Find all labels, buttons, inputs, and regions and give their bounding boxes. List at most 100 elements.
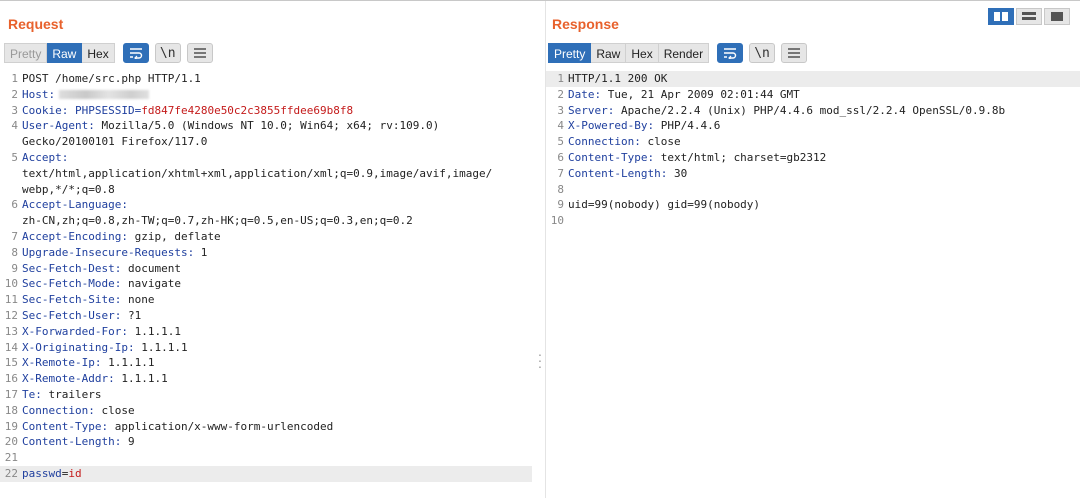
header-value: close bbox=[94, 403, 135, 417]
code-line: 6 Accept-Language: bbox=[0, 197, 532, 213]
view-tab-raw[interactable]: Raw bbox=[591, 43, 627, 63]
header-value: Mozilla/5.0 (Windows NT 10.0; Win64; x64… bbox=[94, 119, 440, 133]
line-content: Sec-Fetch-User: ?1 bbox=[22, 308, 532, 324]
wrap-icon bbox=[724, 48, 737, 59]
header-name: Upgrade-Insecure-Requests: bbox=[22, 245, 195, 259]
view-tab-hex[interactable]: Hex bbox=[82, 43, 115, 63]
line-content: X-Remote-Addr: 1.1.1.1 bbox=[22, 371, 532, 387]
line-content: Connection: close bbox=[568, 134, 1080, 150]
header-name: Content-Length: bbox=[22, 435, 122, 449]
header-value: 1 bbox=[194, 245, 208, 259]
header-name: Sec-Fetch-Dest: bbox=[22, 261, 122, 275]
line-content: Content-Type: application/x-www-form-url… bbox=[22, 419, 532, 435]
code-line: 12 Sec-Fetch-User: ?1 bbox=[0, 308, 532, 324]
line-content: passwd=id bbox=[22, 466, 532, 482]
header-name: Content-Length: bbox=[568, 166, 668, 180]
line-content: X-Forwarded-For: 1.1.1.1 bbox=[22, 324, 532, 340]
line-content bbox=[568, 182, 1080, 198]
header-value: document bbox=[121, 261, 181, 275]
header-value: PHP/4.4.6 bbox=[654, 119, 721, 133]
line-number: 1 bbox=[557, 72, 564, 85]
header-name: Cookie: bbox=[22, 103, 69, 117]
header-value: 1.1.1.1 bbox=[127, 324, 181, 338]
code-line: 3 Server: Apache/2.2.4 (Unix) PHP/4.4.6 m… bbox=[546, 103, 1080, 119]
code-line: 7 Content-Length: 30 bbox=[546, 166, 1080, 182]
line-content bbox=[568, 213, 1080, 229]
header-name: Accept-Language: bbox=[22, 198, 128, 212]
view-tab-render[interactable]: Render bbox=[658, 43, 710, 63]
line-number: 9 bbox=[557, 198, 564, 212]
header-name: Sec-Fetch-User: bbox=[22, 308, 122, 322]
line-number: 1 bbox=[11, 72, 18, 85]
view-tab-pretty[interactable]: Pretty bbox=[4, 43, 48, 63]
code-line: 13 X-Forwarded-For: 1.1.1.1 bbox=[0, 324, 532, 340]
response-toolbar: Pretty Raw Hex Render \n bbox=[548, 43, 808, 63]
header-value: gzip, deflate bbox=[127, 229, 221, 243]
code-line: 1 POST /home/src.php HTTP/1.1 bbox=[0, 71, 532, 87]
code-line: 9 Sec-Fetch-Dest: document bbox=[0, 261, 532, 277]
response-editor[interactable]: 1 HTTP/1.1 200 OK 2 Date: Tue, 21 Apr 2009 … bbox=[546, 71, 1080, 498]
code-line: 22 passwd=id bbox=[0, 465, 532, 482]
line-number: 22 bbox=[4, 466, 18, 480]
request-menu-button[interactable] bbox=[186, 43, 213, 63]
line-content: Content-Length: 9 bbox=[22, 434, 532, 450]
line-content: X-Originating-Ip: 1.1.1.1 bbox=[22, 340, 532, 356]
line-number bbox=[0, 213, 22, 229]
code-line: 10 bbox=[546, 213, 1080, 229]
code-line: 4 User-Agent: Mozilla/5.0 (Windows NT 10.… bbox=[0, 118, 532, 134]
code-line: 19 Content-Type: application/x-www-form-u… bbox=[0, 419, 532, 435]
view-tab-hex[interactable]: Hex bbox=[626, 43, 659, 63]
line-number: 13 bbox=[4, 324, 18, 338]
line-content: Sec-Fetch-Dest: document bbox=[22, 261, 532, 277]
header-value: 30 bbox=[667, 166, 688, 180]
line-number: 19 bbox=[4, 419, 18, 433]
header-name: X-Originating-Ip: bbox=[22, 340, 135, 354]
header-name: Te: bbox=[22, 387, 42, 401]
line-number: 16 bbox=[4, 372, 18, 386]
line-content: Cookie: PHPSESSID=fd847fe4280e50c2c3855f… bbox=[22, 103, 532, 119]
line-number: 9 bbox=[11, 261, 18, 275]
request-editor[interactable]: 1 POST /home/src.php HTTP/1.1 2 Host: 3 Cooki… bbox=[0, 71, 532, 498]
line-number: 7 bbox=[11, 229, 18, 243]
header-name: Sec-Fetch-Mode: bbox=[22, 277, 122, 291]
header-name: Date: bbox=[568, 87, 602, 101]
code-line: zh-CN,zh;q=0.8,zh-TW;q=0.7,zh-HK;q=0.5,e… bbox=[0, 213, 532, 229]
line-number: 17 bbox=[4, 387, 18, 401]
request-view-tabs: Pretty Raw Hex bbox=[4, 43, 115, 63]
cookie-value: fd847fe4280e50c2c3855ffdee69b8f8 bbox=[141, 103, 354, 117]
line-content: Accept-Encoding: gzip, deflate bbox=[22, 229, 532, 245]
response-pane: Response Pretty Raw Hex Render \n 1 HTTP/1.1… bbox=[545, 1, 1080, 498]
code-line: 2 Host: bbox=[0, 87, 532, 103]
view-tab-raw[interactable]: Raw bbox=[47, 43, 83, 63]
line-content: Accept-Language: bbox=[22, 197, 532, 213]
header-value: 1.1.1.1 bbox=[114, 372, 168, 386]
line-content: Content-Length: 30 bbox=[568, 166, 1080, 182]
redacted-host bbox=[59, 90, 150, 100]
line-content bbox=[22, 450, 532, 466]
word-wrap-toggle[interactable] bbox=[717, 43, 744, 63]
header-value: zh-CN,zh;q=0.8,zh-TW;q=0.7,zh-HK;q=0.5,e… bbox=[22, 214, 413, 228]
header-value: ?1 bbox=[121, 308, 142, 322]
response-menu-button[interactable] bbox=[781, 43, 808, 63]
show-newlines-toggle[interactable]: \n bbox=[154, 43, 181, 63]
line-content: uid=99(nobody) gid=99(nobody) bbox=[568, 197, 1080, 213]
line-content: Connection: close bbox=[22, 403, 532, 419]
split-drag-handle[interactable]: · · · bbox=[537, 347, 543, 373]
code-line: 11 Sec-Fetch-Site: none bbox=[0, 292, 532, 308]
header-value: 9 bbox=[121, 435, 135, 449]
hamburger-icon bbox=[193, 48, 206, 58]
code-line: text/html,application/xhtml+xml,applicat… bbox=[0, 166, 532, 182]
header-name: Accept-Encoding: bbox=[22, 229, 128, 243]
view-tab-pretty[interactable]: Pretty bbox=[548, 43, 592, 63]
word-wrap-toggle[interactable] bbox=[122, 43, 149, 63]
line-content: zh-CN,zh;q=0.8,zh-TW;q=0.7,zh-HK;q=0.5,e… bbox=[22, 213, 532, 229]
line-number: 6 bbox=[11, 198, 18, 212]
header-value: Gecko/20100101 Firefox/117.0 bbox=[22, 135, 208, 149]
response-view-tabs: Pretty Raw Hex Render bbox=[548, 43, 710, 63]
line-number: 3 bbox=[557, 103, 564, 117]
line-content: X-Remote-Ip: 1.1.1.1 bbox=[22, 355, 532, 371]
line-number: 10 bbox=[550, 214, 564, 228]
line-number: 4 bbox=[11, 119, 18, 133]
show-newlines-toggle[interactable]: \n bbox=[749, 43, 776, 63]
line-number: 2 bbox=[557, 87, 564, 101]
